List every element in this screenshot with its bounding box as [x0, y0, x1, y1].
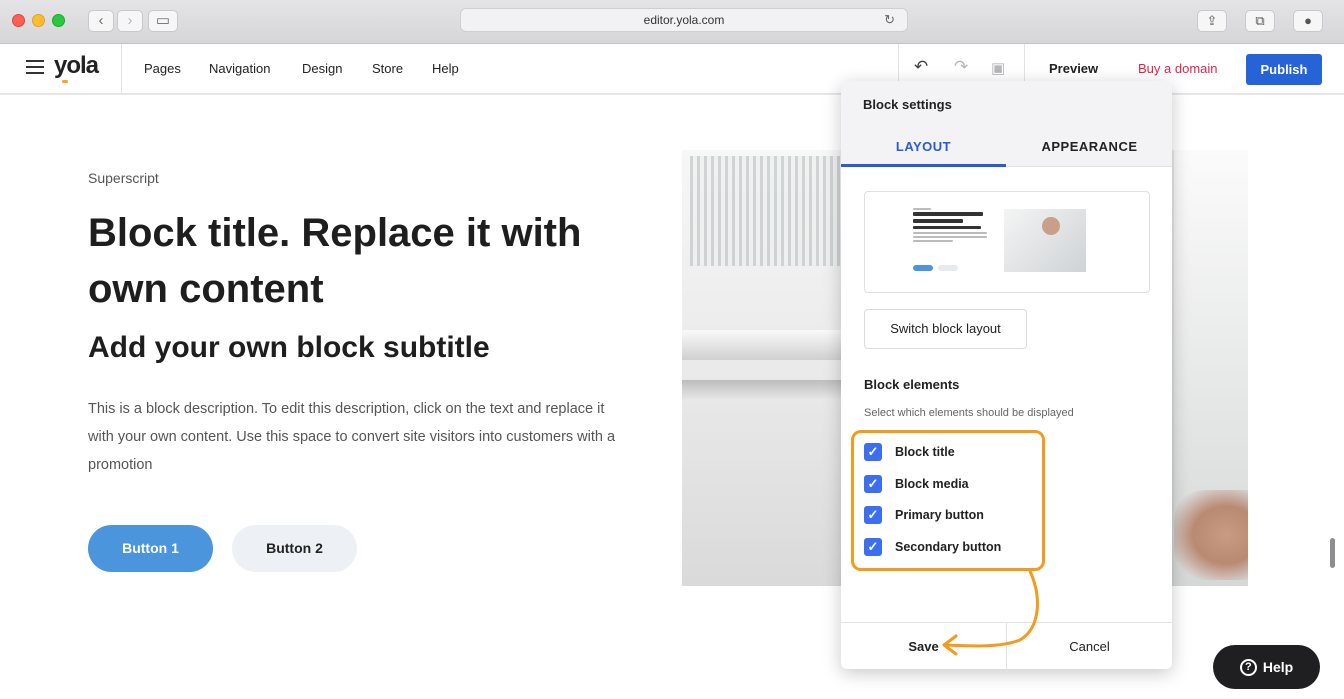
tab-layout[interactable]: LAYOUT	[841, 139, 1006, 154]
ac-grill	[690, 156, 840, 266]
preview-line	[913, 226, 981, 229]
active-tab-indicator	[841, 164, 1006, 167]
preview-line	[913, 212, 983, 216]
preview-button-2	[938, 265, 958, 271]
menu-pages[interactable]: Pages	[144, 61, 181, 76]
preview-image	[1004, 209, 1086, 272]
preview-line	[913, 240, 953, 242]
ac-shadow	[682, 380, 842, 400]
yola-logo: yola	[54, 52, 99, 79]
browser-toolbar: ‹ › ▭ editor.yola.com ↻ ⇪ ⧉ ●	[0, 0, 1344, 44]
block-subtitle[interactable]: Add your own block subtitle	[88, 331, 490, 365]
block-title[interactable]: Block title. Replace it with own content	[88, 205, 588, 317]
button-2[interactable]: Button 2	[232, 525, 357, 572]
save-draft-icon[interactable]: ▣	[991, 59, 1005, 77]
sidebar-icon[interactable]: ▭	[148, 10, 178, 32]
help-label: Help	[1262, 659, 1294, 675]
back-button[interactable]: ‹	[88, 10, 114, 32]
preview-button-1	[913, 265, 933, 271]
close-window-button[interactable]	[12, 14, 25, 27]
ac-edge	[682, 330, 842, 360]
preview-line	[913, 236, 987, 238]
hand-image	[1174, 490, 1248, 580]
scrollbar-thumb[interactable]	[1330, 538, 1335, 568]
hamburger-menu-icon[interactable]	[26, 60, 44, 74]
annotation-arrow-icon	[942, 569, 1039, 656]
redo-icon[interactable]: ↷	[954, 57, 968, 77]
preview-button[interactable]: Preview	[1049, 61, 1098, 76]
reload-icon[interactable]: ↻	[884, 9, 895, 31]
url-text: editor.yola.com	[643, 13, 725, 27]
panel-title: Block settings	[863, 97, 952, 112]
block-description[interactable]: This is a block description. To edit thi…	[88, 395, 618, 479]
preview-line	[913, 208, 931, 210]
logo-accent	[62, 80, 68, 83]
share-icon[interactable]: ⇪	[1197, 10, 1227, 32]
publish-button[interactable]: Publish	[1246, 54, 1322, 85]
undo-icon[interactable]: ↶	[914, 57, 928, 77]
block-elements-title: Block elements	[864, 377, 960, 392]
question-icon: ?	[1239, 659, 1257, 676]
block-elements-hint: Select which elements should be displaye…	[864, 407, 1074, 419]
preview-line	[913, 219, 963, 223]
forward-button[interactable]: ›	[117, 10, 143, 32]
url-bar[interactable]: editor.yola.com ↻	[460, 8, 908, 32]
button-1[interactable]: Button 1	[88, 525, 213, 572]
menu-design[interactable]: Design	[302, 61, 342, 76]
zoom-window-button[interactable]	[52, 14, 65, 27]
block-superscript[interactable]: Superscript	[88, 170, 159, 186]
switch-block-layout-button[interactable]: Switch block layout	[864, 309, 1027, 349]
download-icon[interactable]: ●	[1293, 10, 1323, 32]
menu-help[interactable]: Help	[432, 61, 459, 76]
buy-domain-link[interactable]: Buy a domain	[1138, 61, 1218, 76]
annotation-highlight-box	[851, 430, 1045, 571]
tabs-icon[interactable]: ⧉	[1245, 10, 1275, 32]
air-conditioner-image	[682, 150, 842, 586]
layout-preview-thumbnail	[864, 191, 1150, 293]
help-button[interactable]: ? Help	[1213, 645, 1320, 689]
menu-store[interactable]: Store	[372, 61, 403, 76]
menu-navigation[interactable]: Navigation	[209, 61, 270, 76]
preview-text-lines	[913, 208, 993, 244]
minimize-window-button[interactable]	[32, 14, 45, 27]
panel-header: Block settings LAYOUT APPEARANCE	[841, 81, 1172, 167]
tab-appearance[interactable]: APPEARANCE	[1007, 139, 1172, 154]
divider	[121, 44, 122, 94]
preview-line	[913, 232, 987, 234]
